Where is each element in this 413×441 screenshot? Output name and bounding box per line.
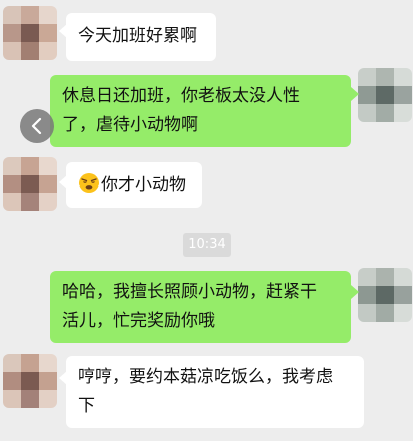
message-text-line: 下 (78, 396, 95, 416)
my-avatar[interactable] (358, 68, 412, 122)
pouting-face-icon (78, 173, 100, 193)
contact-avatar[interactable] (3, 354, 57, 408)
message-bubble-incoming[interactable]: 你才小动物 (66, 162, 202, 208)
bubble-tail (351, 285, 359, 299)
message-bubble-outgoing[interactable]: 休息日还加班，你老板太没人性 了，虐待小动物啊 (50, 75, 351, 147)
my-avatar[interactable] (358, 268, 412, 322)
message-text-line: 哈哈，我擅长照顾小动物，赶紧干 (62, 282, 317, 302)
contact-avatar[interactable] (3, 6, 57, 60)
contact-avatar[interactable] (3, 157, 57, 211)
message-bubble-outgoing[interactable]: 哈哈，我擅长照顾小动物，赶紧干 活儿，忙完奖励你哦 (50, 271, 351, 343)
message-text: 今天加班好累啊 (78, 26, 197, 46)
message-text: 你才小动物 (101, 175, 186, 195)
bubble-tail (351, 87, 359, 101)
back-button[interactable] (20, 109, 54, 143)
chevron-left-icon (31, 117, 42, 135)
message-text-line: 了，虐待小动物啊 (62, 115, 198, 135)
message-text-line: 休息日还加班，你老板太没人性 (62, 86, 300, 106)
message-text-line: 哼哼，要约本菇凉吃饭么，我考虑 (78, 367, 333, 387)
message-bubble-incoming[interactable]: 今天加班好累啊 (66, 13, 216, 61)
timestamp: 10:34 (183, 233, 231, 257)
message-bubble-incoming[interactable]: 哼哼，要约本菇凉吃饭么，我考虑 下 (66, 356, 364, 428)
message-text-line: 活儿，忙完奖励你哦 (62, 311, 215, 331)
